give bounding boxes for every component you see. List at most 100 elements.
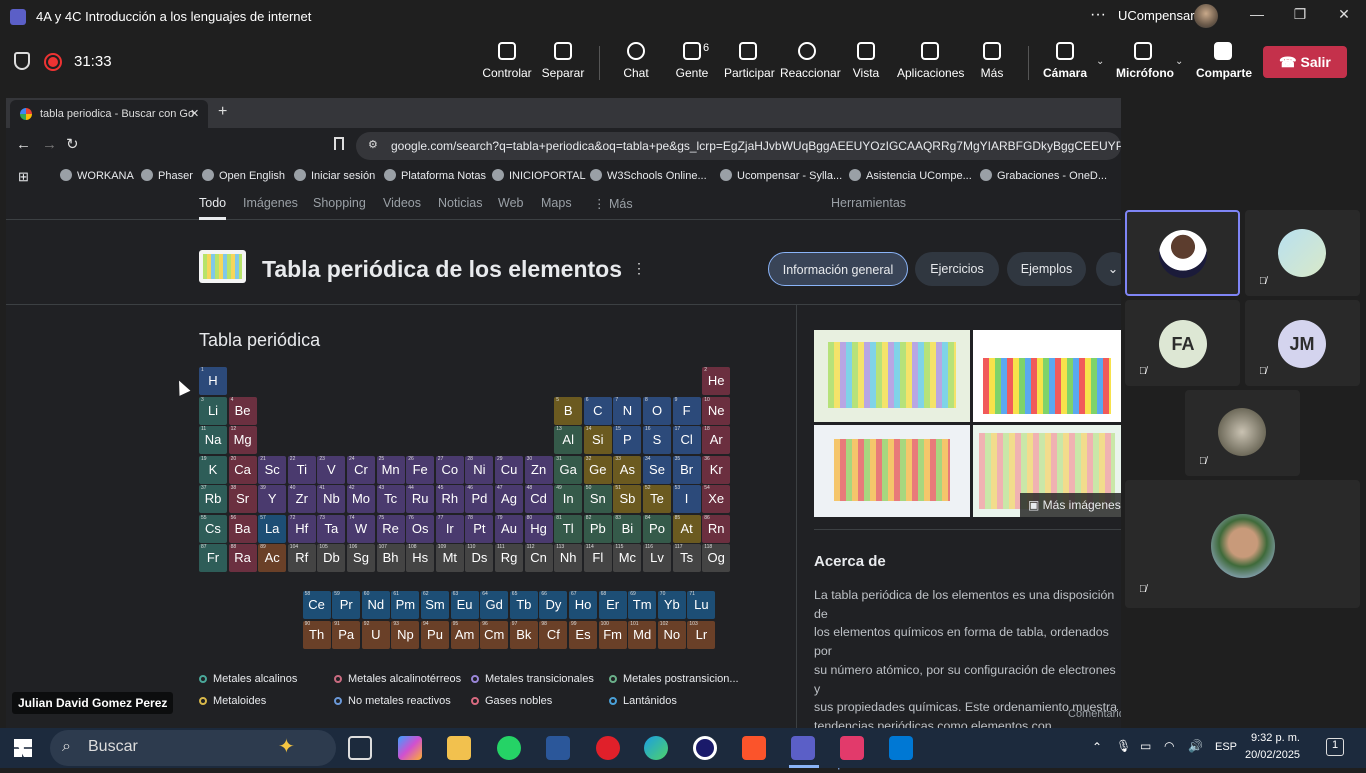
element-lu[interactable]: 71 Lu [687,591,716,619]
element-tl[interactable]: 81 Tl [554,514,583,543]
element-bk[interactable]: 97 Bk [509,621,538,649]
participant-tile-active[interactable] [1125,210,1240,296]
element-lv[interactable]: 116 Lv [643,544,671,572]
element-ag[interactable]: 47 Ag [495,485,523,513]
element-mn[interactable]: 25 Mn [376,455,405,484]
element-pd[interactable]: 46 Pd [465,485,494,513]
element-tc[interactable]: 43 Tc [376,485,405,513]
element-bh[interactable]: 107 Bh [376,544,405,572]
camera-options-chevron-icon[interactable]: ⌄ [1096,56,1104,67]
close-icon[interactable]: ✕ [1329,6,1359,28]
back-icon[interactable]: ← [16,136,31,153]
bookmark-item[interactable]: Open English [202,169,285,182]
taskbar-search[interactable]: ⌕ Buscar ✦ [50,730,336,766]
element-po[interactable]: 84 Po [643,514,671,543]
element-no[interactable]: 102 No [657,621,686,649]
element-la[interactable]: 57 La [258,514,287,543]
element-ta[interactable]: 73 Ta [317,514,346,543]
element-hg[interactable]: 80 Hg [524,514,553,543]
element-v[interactable]: 23 V [317,455,346,484]
element-pm[interactable]: 61 Pm [391,591,420,619]
element-th[interactable]: 90 Th [302,621,331,649]
element-si[interactable]: 14 Si [583,426,612,454]
element-pu[interactable]: 94 Pu [421,621,449,649]
element-ba[interactable]: 56 Ba [228,514,257,543]
new-tab-icon[interactable]: + [218,103,227,121]
toolbar-button-popout[interactable]: Separar [541,42,585,80]
element-tm[interactable]: 69 Tm [628,591,657,619]
mic-options-chevron-icon[interactable]: ⌄ [1175,56,1183,67]
element-sc[interactable]: 21 Sc [258,455,287,484]
windows-start-icon[interactable] [14,739,32,757]
more-options-icon[interactable]: ··· [1090,6,1106,24]
word-icon[interactable] [546,736,570,760]
element-sg[interactable]: 106 Sg [347,544,375,572]
toolbar-button-plus-box[interactable]: Aplicaciones [897,42,964,80]
search-tab-videos[interactable]: Videos [383,196,421,210]
bookmark-item[interactable]: W3Schools Online... [590,169,707,182]
tray-chevron-icon[interactable]: ⌃ [1092,740,1102,754]
element-hf[interactable]: 72 Hf [287,514,316,543]
element-al[interactable]: 13 Al [554,426,583,454]
element-b[interactable]: 5B [554,396,583,425]
element-sb[interactable]: 51 Sb [613,485,642,513]
search-tab-maps[interactable]: Maps [541,196,572,210]
participant-tile[interactable]: 🎙̸ [1185,390,1300,476]
element-mg[interactable]: 12 Mg [228,426,257,454]
element-cs[interactable]: 55 Cs [199,514,227,543]
forward-icon[interactable]: → [42,136,57,153]
element-rf[interactable]: 104 Rf [287,544,316,572]
element-ac[interactable]: 89 Ac [258,544,287,572]
element-sm[interactable]: 62 Sm [421,591,449,619]
element-re[interactable]: 75 Re [376,514,405,543]
search-tab-noticias[interactable]: Noticias [438,196,482,210]
element-y[interactable]: 39 Y [258,485,287,513]
notification-badge[interactable]: 1 [1326,738,1344,756]
element-h[interactable]: 1H [199,367,227,395]
element-mc[interactable]: 115 Mc [613,544,642,572]
element-ds[interactable]: 110 Ds [465,544,494,572]
element-er[interactable]: 68 Er [598,591,627,619]
element-at[interactable]: 85 At [672,514,701,543]
element-cl[interactable]: 17 Cl [672,426,701,454]
element-pr[interactable]: 59 Pr [332,591,361,619]
minimize-icon[interactable]: — [1242,6,1272,28]
element-cd[interactable]: 48 Cd [524,485,553,513]
element-i[interactable]: 53 I [672,485,701,513]
kp-more-icon[interactable]: ⋮ [632,260,646,277]
bookmark-item[interactable]: WORKANA [60,169,134,182]
opera-icon[interactable] [596,736,620,760]
element-es[interactable]: 99 Es [569,621,597,649]
periodic-table-thumbnail[interactable] [199,250,246,283]
participant-tile[interactable]: FA 🎙̸ [1125,300,1240,386]
legend-item[interactable]: Metales alcalinos [199,673,297,685]
element-ce[interactable]: 58 Ce [302,591,331,619]
microphone-tray-icon[interactable]: 🎙 [1116,739,1131,753]
element-nd[interactable]: 60 Nd [361,591,390,619]
bookmark-item[interactable]: Iniciar sesión [294,169,375,182]
legend-item[interactable]: Metales postransicion... [609,673,739,685]
element-o[interactable]: 8O [643,396,671,425]
element-ra[interactable]: 88 Ra [228,544,257,572]
element-se[interactable]: 34 Se [643,455,671,484]
image-result-2[interactable] [973,330,1121,422]
volume-icon[interactable]: 🔊 [1188,739,1203,753]
element-rn[interactable]: 86 Rn [702,514,731,543]
leave-button[interactable]: ☎ Salir [1263,46,1347,78]
element-zn[interactable]: 30 Zn [524,455,553,484]
language-indicator[interactable]: ESP [1215,741,1237,753]
element-md[interactable]: 101 Md [628,621,657,649]
search-tab-shopping[interactable]: Shopping [313,196,366,210]
element-ru[interactable]: 44 Ru [406,485,435,513]
element-fe[interactable]: 26 Fe [406,455,435,484]
element-pt[interactable]: 78 Pt [465,514,494,543]
toolbar-button-share[interactable]: Comparte [1196,42,1252,80]
element-fl[interactable]: 114 Fl [583,544,612,572]
teams-icon[interactable] [791,736,815,760]
search-tab-herramientas[interactable]: Herramientas [831,196,906,210]
element-be[interactable]: 4 Be [228,396,257,425]
element-cu[interactable]: 29 Cu [495,455,523,484]
element-zr[interactable]: 40 Zr [287,485,316,513]
element-as[interactable]: 33 As [613,455,642,484]
element-ga[interactable]: 31 Ga [554,455,583,484]
